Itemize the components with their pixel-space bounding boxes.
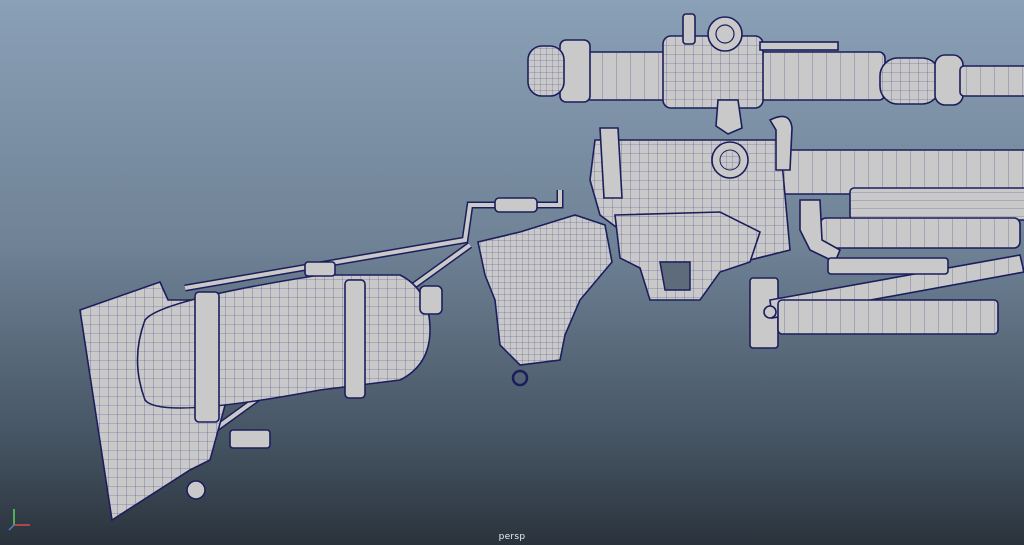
- sling-ring: [511, 369, 529, 387]
- scope-adjust-knob: [682, 13, 696, 45]
- rifle-wireframe-model[interactable]: [0, 0, 1024, 545]
- grip-group[interactable]: [477, 211, 761, 387]
- scope-eyepiece-wire: [528, 46, 564, 96]
- scope-rail: [759, 41, 839, 51]
- bipod-spring: [827, 257, 949, 275]
- axis-gizmo: [8, 505, 34, 531]
- tank-strap-rear: [194, 291, 220, 423]
- air-tank-wire: [137, 275, 430, 408]
- camera-name-label: persp: [498, 532, 526, 542]
- tank-clamp: [304, 261, 336, 277]
- scope-group[interactable]: [527, 13, 1024, 135]
- tank-valve: [419, 285, 443, 315]
- scope-front-ring: [934, 54, 964, 106]
- scope-bell-wire: [880, 58, 940, 104]
- tank-strap-front: [344, 279, 366, 399]
- scope-front-tube-wire: [960, 66, 1024, 96]
- z-axis-icon: [8, 524, 15, 531]
- air-line-coupler: [494, 197, 538, 213]
- stock-screw: [186, 480, 206, 500]
- rear-sight: [599, 127, 623, 199]
- bipod-group[interactable]: [749, 254, 1024, 349]
- stock-brace: [229, 429, 271, 449]
- bipod-leg-lower-wire: [778, 300, 998, 334]
- maya-perspective-viewport[interactable]: persp: [0, 0, 1024, 545]
- stock-group[interactable]: [79, 261, 443, 522]
- scope-mount: [715, 99, 743, 135]
- trigger-opening: [659, 261, 691, 291]
- scope-turret-knob: [707, 16, 743, 52]
- bipod-pivot: [763, 305, 777, 319]
- gas-tube-wire: [820, 218, 1020, 248]
- bolt-knob-wire: [719, 149, 741, 171]
- pistol-grip-wire: [478, 215, 612, 365]
- barrel-lower-wire: [850, 188, 1024, 220]
